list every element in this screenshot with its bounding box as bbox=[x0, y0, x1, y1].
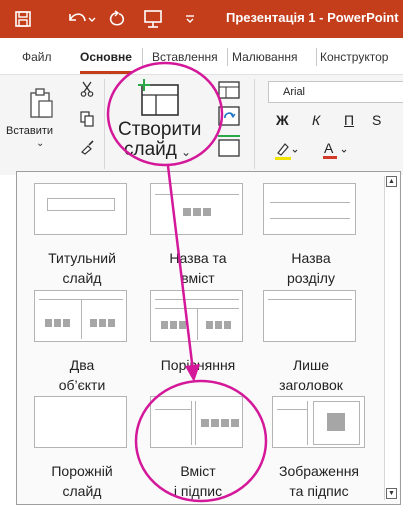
annotation-arrow bbox=[166, 165, 195, 372]
annotation-circle bbox=[134, 379, 268, 503]
annotation-arrowhead bbox=[185, 364, 200, 382]
annotation-overlay bbox=[106, 61, 268, 503]
annotation-circle bbox=[106, 61, 224, 167]
